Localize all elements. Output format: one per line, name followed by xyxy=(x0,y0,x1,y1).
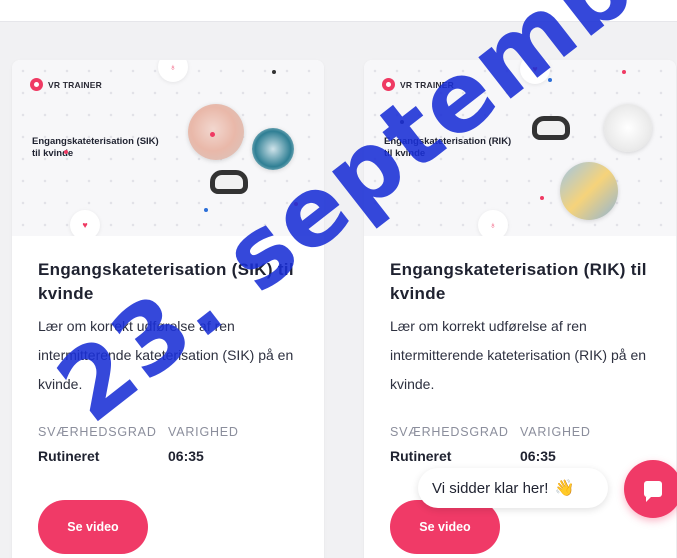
course-card-sik[interactable]: VR TRAINER Engangskateterisation (SIK) t… xyxy=(12,60,324,558)
procedure-photo-2 xyxy=(560,162,618,220)
procedure-photo xyxy=(604,104,652,152)
meta-labels: SVÆRHEDSGRAD VARIGHED xyxy=(38,425,298,439)
vr-trainer-icon xyxy=(382,78,395,91)
stethoscope-icon: ♁ xyxy=(478,210,508,236)
watch-video-button[interactable]: Se video xyxy=(390,500,500,554)
vr-headset-icon xyxy=(210,170,248,194)
course-description: Lær om korrekt udførelse af ren intermit… xyxy=(38,318,294,392)
meta-values: Rutineret 06:35 xyxy=(38,448,298,464)
duration-value: 06:35 xyxy=(520,448,556,464)
meta-values: Rutineret 06:35 xyxy=(390,448,650,464)
difficulty-label: SVÆRHEDSGRAD xyxy=(38,425,157,439)
meta-labels: SVÆRHEDSGRAD VARIGHED xyxy=(390,425,650,439)
vr-trainer-logo: VR TRAINER xyxy=(382,78,454,91)
procedure-photo xyxy=(188,104,244,160)
thumbnail-title: Engangskateterisation (SIK) til kvinde xyxy=(32,136,159,159)
watch-video-button[interactable]: Se video xyxy=(38,500,148,554)
chat-launcher-button[interactable] xyxy=(624,460,677,518)
course-title: Engangskateterisation (SIK) til kvinde xyxy=(38,260,294,303)
vr-headset-icon xyxy=(532,116,570,140)
chat-bubble-icon xyxy=(644,481,662,502)
vr-trainer-logo: VR TRAINER xyxy=(30,78,102,91)
vr-trainer-icon xyxy=(30,78,43,91)
card-thumbnail: VR TRAINER Engangskateterisation (RIK) t… xyxy=(364,60,676,236)
procedure-photo-2 xyxy=(252,128,294,170)
difficulty-value: Rutineret xyxy=(38,448,100,464)
heart-icon: ♥ xyxy=(70,210,100,236)
duration-label: VARIGHED xyxy=(520,425,591,439)
course-description: Lær om korrekt udførelse af ren intermit… xyxy=(390,318,647,392)
difficulty-label: SVÆRHEDSGRAD xyxy=(390,425,509,439)
top-bar xyxy=(0,0,677,22)
thumbnail-title: Engangskateterisation (RIK) til kvinde xyxy=(384,136,512,159)
duration-value: 06:35 xyxy=(168,448,204,464)
course-title: Engangskateterisation (RIK) til kvinde xyxy=(390,260,647,303)
duration-label: VARIGHED xyxy=(168,425,239,439)
card-thumbnail: VR TRAINER Engangskateterisation (SIK) t… xyxy=(12,60,324,236)
chat-message: Vi sidder klar her! xyxy=(432,479,549,497)
difficulty-value: Rutineret xyxy=(390,448,452,464)
chat-greeting[interactable]: Vi sidder klar her! 👋 xyxy=(418,468,608,508)
waving-hand-icon: 👋 xyxy=(554,480,575,497)
